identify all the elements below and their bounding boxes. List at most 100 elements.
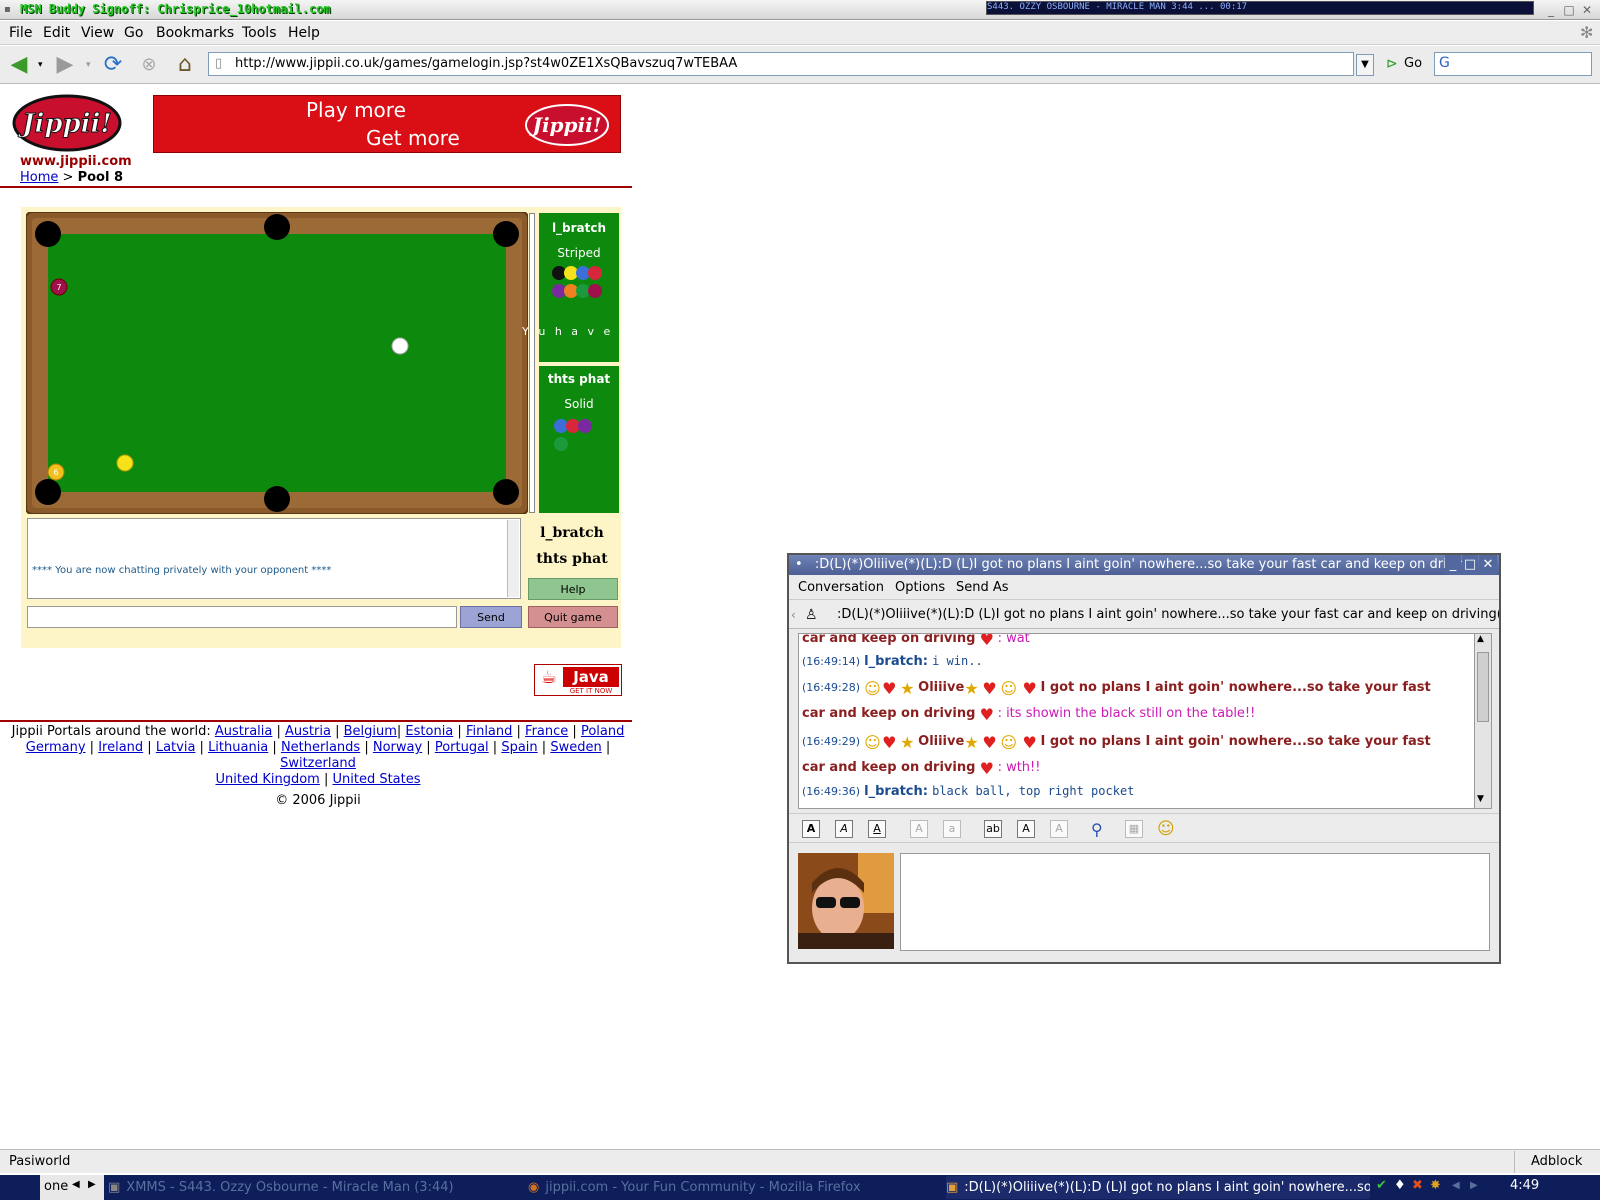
stop-icon[interactable]: ⊗ — [136, 52, 162, 78]
link-icon[interactable]: ⚲ — [1091, 820, 1103, 839]
ad-banner[interactable]: Play more Get more Jippii! — [153, 95, 621, 153]
game-chat-input[interactable] — [27, 606, 457, 628]
portal-link-finland[interactable]: Finland — [466, 724, 512, 739]
portal-link-australia[interactable]: Australia — [215, 724, 273, 739]
im-message-input[interactable] — [900, 853, 1490, 951]
scroll-thumb[interactable] — [1477, 652, 1489, 722]
portal-link-austria[interactable]: Austria — [285, 724, 331, 739]
portal-link-lithuania[interactable]: Lithuania — [208, 740, 268, 755]
im-window-menu-icon[interactable]: • — [795, 557, 803, 572]
insert-image-icon[interactable]: ▦ — [1125, 820, 1143, 838]
portal-link-germany[interactable]: Germany — [26, 740, 86, 755]
help-button[interactable]: Help — [528, 578, 618, 600]
close-icon[interactable]: ✕ — [1580, 3, 1594, 17]
text-color-icon[interactable]: A — [1017, 820, 1035, 838]
portal-link-united-states[interactable]: United States — [332, 772, 420, 787]
im-maximize-icon[interactable]: □ — [1462, 555, 1478, 575]
underline-icon[interactable]: A — [868, 820, 886, 838]
menu-go[interactable]: Go — [124, 25, 143, 41]
forward-dropdown-icon[interactable]: ▾ — [86, 60, 91, 70]
tray-updates-icon[interactable]: ✸ — [1430, 1178, 1441, 1193]
im-close-icon[interactable]: ✕ — [1479, 555, 1497, 575]
scroll-down-icon[interactable]: ▼ — [1477, 794, 1484, 804]
portal-link-belgium[interactable]: Belgium — [344, 724, 397, 739]
im-message-log[interactable]: car and keep on driving ♥: wat (16:49:14… — [798, 633, 1484, 809]
task-xmms[interactable]: ▣ XMMS - S443. Ozzy Osbourne - Miracle Ma… — [108, 1176, 522, 1199]
reload-icon[interactable]: ⟳ — [100, 52, 126, 78]
menu-edit[interactable]: Edit — [43, 25, 70, 41]
player2-panel: thts phat Solid — [539, 366, 619, 513]
portal-link-spain[interactable]: Spain — [501, 740, 537, 755]
chat-log-scrollbar[interactable] — [507, 520, 519, 597]
portal-link-netherlands[interactable]: Netherlands — [281, 740, 360, 755]
menu-help[interactable]: Help — [288, 25, 320, 41]
menu-bookmarks[interactable]: Bookmarks — [156, 25, 234, 41]
im-minimize-icon[interactable]: _ — [1445, 555, 1461, 575]
back-icon[interactable]: ◀ — [6, 52, 32, 78]
tray-check-icon[interactable]: ✔ — [1376, 1178, 1387, 1193]
menu-view[interactable]: View — [81, 25, 114, 41]
window-menu-icon[interactable]: ▪ — [4, 4, 14, 15]
go-button[interactable]: Go — [1404, 56, 1422, 71]
google-search-icon[interactable]: G — [1439, 55, 1450, 71]
background-color-icon[interactable]: A — [1050, 820, 1068, 838]
italic-icon[interactable]: A — [835, 820, 853, 838]
player1-panel: l_bratch Striped Y u h a v e w — [522, 213, 629, 362]
font-larger-icon[interactable]: A — [910, 820, 928, 838]
portal-link-united-kingdom[interactable]: United Kingdom — [215, 772, 319, 787]
workspace-prev-icon[interactable]: ◀ — [72, 1179, 80, 1190]
pool-table[interactable]: 7 6 — [26, 212, 528, 514]
menu-file[interactable]: File — [9, 25, 32, 41]
task-firefox[interactable]: ◉ jippii.com - Your Fun Community - Mozil… — [528, 1176, 940, 1199]
message-text: : wth!! — [997, 760, 1041, 775]
portal-link-estonia[interactable]: Estonia — [405, 724, 453, 739]
portal-link-switzerland[interactable]: Switzerland — [280, 756, 356, 771]
rack-ball-9 — [564, 266, 578, 280]
url-dropdown-icon[interactable]: ▼ — [1356, 54, 1374, 76]
portal-link-latvia[interactable]: Latvia — [156, 740, 196, 755]
portal-link-sweden[interactable]: Sweden — [550, 740, 601, 755]
jippii-logo[interactable]: Jippii! — [12, 94, 122, 152]
tray-app-icon[interactable]: ✖ — [1412, 1178, 1423, 1193]
home-icon[interactable]: ⌂ — [172, 52, 198, 78]
menu-tools[interactable]: Tools — [242, 25, 277, 41]
xmms-now-playing[interactable]: S443. OZZY OSBOURNE - MIRACLE MAN 3:44 .… — [986, 1, 1534, 15]
send-button[interactable]: Send — [460, 606, 522, 628]
url-text[interactable]: http://www.jippii.co.uk/games/gamelogin.… — [235, 56, 737, 71]
portal-link-france[interactable]: France — [525, 724, 568, 739]
tab-scroll-left-icon[interactable]: ‹ — [791, 601, 796, 628]
get-java-badge[interactable]: ☕ Java GET IT NOW — [534, 664, 622, 696]
font-smaller-icon[interactable]: a — [943, 820, 961, 838]
im-menu-options[interactable]: Options — [895, 580, 945, 595]
tray-network-icon[interactable]: ♦ — [1394, 1178, 1406, 1193]
scroll-up-icon[interactable]: ▲ — [1477, 634, 1484, 644]
smiley-picker-icon[interactable]: ☺ — [1157, 819, 1175, 839]
url-bar[interactable]: ▯ http://www.jippii.co.uk/games/gamelogi… — [208, 52, 1354, 76]
game-chat-log[interactable]: **** You are now chatting privately with… — [27, 518, 521, 599]
workspace-next-icon[interactable]: ▶ — [88, 1179, 96, 1190]
clock[interactable]: 4:49 — [1510, 1178, 1539, 1193]
minimize-icon[interactable]: _ — [1544, 3, 1558, 17]
im-log-scrollbar[interactable]: ▲ ▼ — [1474, 633, 1492, 809]
breadcrumb-home-link[interactable]: Home — [20, 170, 58, 185]
im-titlebar[interactable]: • :D(L)(*)Oliiive(*)(L):D (L)I got no pl… — [789, 555, 1499, 575]
portal-link-poland[interactable]: Poland — [581, 724, 624, 739]
bold-icon[interactable]: A — [802, 820, 820, 838]
adblock-button[interactable]: Adblock — [1514, 1151, 1600, 1173]
portal-link-norway[interactable]: Norway — [373, 740, 422, 755]
forward-icon[interactable]: ▶ — [52, 52, 78, 78]
quit-game-button[interactable]: Quit game — [528, 606, 618, 628]
workspace-switcher[interactable]: one ◀ ▶ — [40, 1175, 104, 1200]
font-face-icon[interactable]: ab — [984, 820, 1002, 838]
im-menu-conversation[interactable]: Conversation — [798, 580, 884, 595]
tray-next-icon[interactable]: ▶ — [1470, 1180, 1478, 1191]
task-im-conversation[interactable]: ▣:D(L)(*)Oliiive(*)(L):D (L)I got no pla… — [946, 1176, 1370, 1199]
search-input[interactable]: G — [1434, 52, 1592, 76]
tray-prev-icon[interactable]: ◀ — [1452, 1180, 1460, 1191]
go-icon[interactable]: ⊳ — [1386, 56, 1398, 72]
portal-link-portugal[interactable]: Portugal — [435, 740, 489, 755]
maximize-icon[interactable]: □ — [1562, 3, 1576, 17]
im-menu-send-as[interactable]: Send As — [956, 580, 1009, 595]
back-dropdown-icon[interactable]: ▾ — [38, 60, 43, 70]
portal-link-ireland[interactable]: Ireland — [98, 740, 143, 755]
